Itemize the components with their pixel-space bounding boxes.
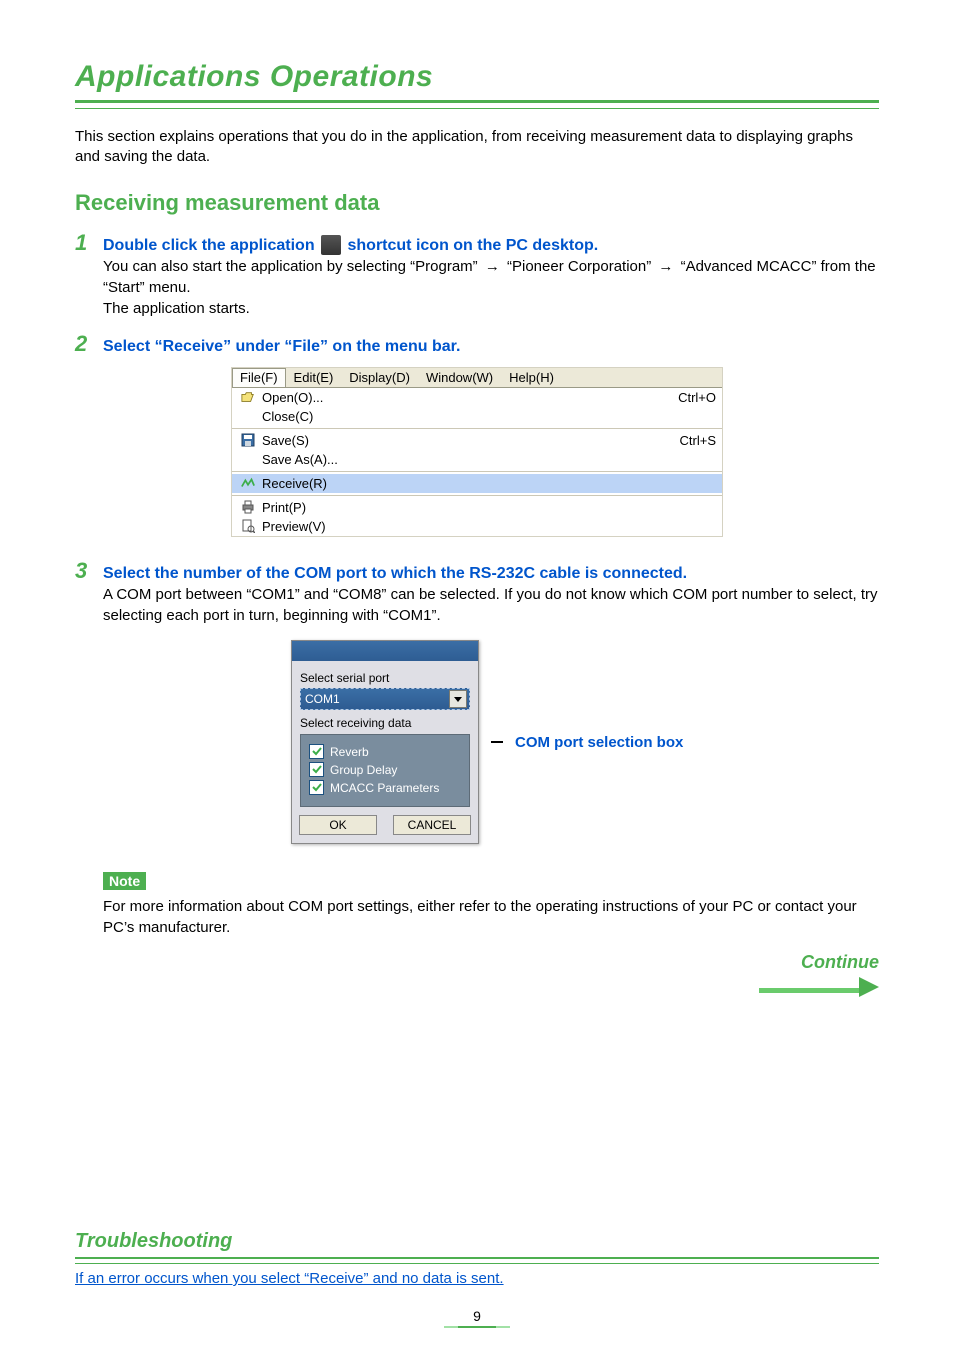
menu-separator xyxy=(232,495,722,496)
check-icon xyxy=(309,744,324,759)
step-3-title: Select the number of the COM port to whi… xyxy=(103,563,687,585)
menu-item[interactable]: Save As(A)... xyxy=(232,450,722,469)
step-1-title: Double click the application shortcut ic… xyxy=(103,235,598,257)
page-number-underline xyxy=(444,1326,510,1328)
save-icon xyxy=(236,433,260,447)
menu-item-label: Receive(R) xyxy=(260,476,716,491)
page-title: Applications Operations xyxy=(75,60,879,94)
com-port-select[interactable]: COM1 xyxy=(300,688,470,710)
continue-label: Continue xyxy=(801,952,879,973)
app-shortcut-icon xyxy=(321,235,341,255)
menu-file[interactable]: File(F) xyxy=(232,368,286,387)
arrow-icon: → xyxy=(658,256,673,277)
checkbox-mcacc-params[interactable]: MCACC Parameters xyxy=(309,780,463,795)
checkbox-group-delay-label: Group Delay xyxy=(330,763,397,777)
step-number-1: 1 xyxy=(75,232,93,254)
intro-text: This section explains operations that yo… xyxy=(75,127,879,168)
menu-help[interactable]: Help(H) xyxy=(501,368,562,387)
menu-item-label: Close(C) xyxy=(260,409,716,424)
menu-separator xyxy=(232,428,722,429)
checkbox-reverb[interactable]: Reverb xyxy=(309,744,463,759)
com-callout-label: COM port selection box xyxy=(515,734,683,751)
menu-item[interactable]: Save(S)Ctrl+S xyxy=(232,431,722,450)
step-3-body: A COM port between “COM1” and “COM8” can… xyxy=(103,584,879,626)
title-rule xyxy=(75,100,879,109)
com-port-selected: COM1 xyxy=(305,692,340,706)
troubleshoot-heading: Troubleshooting xyxy=(75,1230,879,1253)
menu-item-label: Print(P) xyxy=(260,500,716,515)
receive-icon xyxy=(236,476,260,490)
cancel-button[interactable]: CANCEL xyxy=(393,815,471,835)
menu-item[interactable]: Receive(R) xyxy=(232,474,722,493)
note-badge: Note xyxy=(103,872,146,890)
arrow-icon: → xyxy=(485,256,500,277)
step-number-3: 3 xyxy=(75,560,93,582)
continue-indicator: Continue xyxy=(75,952,879,993)
menu-dropdown: Open(O)...Ctrl+OClose(C)Save(S)Ctrl+SSav… xyxy=(232,387,722,536)
step-1-body: You can also start the application by se… xyxy=(103,256,879,319)
menu-edit[interactable]: Edit(E) xyxy=(286,368,342,387)
open-icon xyxy=(236,390,260,404)
step-1-body-seg4: The application starts. xyxy=(103,300,250,317)
com-dialog-titlebar xyxy=(292,641,478,661)
menu-item-label: Save(S) xyxy=(260,433,680,448)
menu-item[interactable]: Preview(V) xyxy=(232,517,722,536)
step-1-title-after: shortcut icon on the PC desktop. xyxy=(348,237,599,254)
section-heading: Receiving measurement data xyxy=(75,190,879,216)
print-icon xyxy=(236,500,260,514)
step-1-body-seg1: You can also start the application by se… xyxy=(103,258,482,275)
preview-icon xyxy=(236,519,260,533)
menu-item-label: Preview(V) xyxy=(260,519,716,534)
com-checkbox-group: Reverb Group Delay MCACC Parameters xyxy=(300,734,470,807)
menu-window[interactable]: Window(W) xyxy=(418,368,501,387)
menu-item[interactable]: Open(O)...Ctrl+O xyxy=(232,388,722,407)
menu-item-label: Save As(A)... xyxy=(260,452,716,467)
menu-display[interactable]: Display(D) xyxy=(341,368,418,387)
continue-arrow-icon xyxy=(859,977,879,997)
note-text: For more information about COM port sett… xyxy=(103,896,879,938)
com-dialog: Select serial port COM1 Select receiving… xyxy=(291,640,479,844)
checkbox-group-delay[interactable]: Group Delay xyxy=(309,762,463,777)
menu-bar: File(F) Edit(E) Display(D) Window(W) Hel… xyxy=(232,368,722,387)
menu-item-label: Open(O)... xyxy=(260,390,678,405)
menu-item[interactable]: Close(C) xyxy=(232,407,722,426)
step-number-2: 2 xyxy=(75,333,93,355)
check-icon xyxy=(309,762,324,777)
troubleshoot-link[interactable]: If an error occurs when you select “Rece… xyxy=(75,1270,504,1287)
menu-screenshot: File(F) Edit(E) Display(D) Window(W) Hel… xyxy=(232,368,722,536)
troubleshoot-rule xyxy=(75,1257,879,1264)
menu-separator xyxy=(232,471,722,472)
com-label-port: Select serial port xyxy=(300,671,470,685)
menu-item[interactable]: Print(P) xyxy=(232,498,722,517)
step-2-title: Select “Receive” under “File” on the men… xyxy=(103,336,460,358)
checkbox-reverb-label: Reverb xyxy=(330,745,369,759)
step-1-body-seg2: “Pioneer Corporation” xyxy=(507,258,655,275)
step-1-title-before: Double click the application xyxy=(103,237,319,254)
ok-button[interactable]: OK xyxy=(299,815,377,835)
callout-connector xyxy=(491,741,503,743)
check-icon xyxy=(309,780,324,795)
com-label-data: Select receiving data xyxy=(300,716,470,730)
checkbox-mcacc-params-label: MCACC Parameters xyxy=(330,781,439,795)
page-number: 9 xyxy=(473,1308,481,1324)
menu-item-shortcut: Ctrl+O xyxy=(678,390,716,405)
menu-item-shortcut: Ctrl+S xyxy=(680,433,716,448)
dropdown-icon[interactable] xyxy=(449,690,467,708)
